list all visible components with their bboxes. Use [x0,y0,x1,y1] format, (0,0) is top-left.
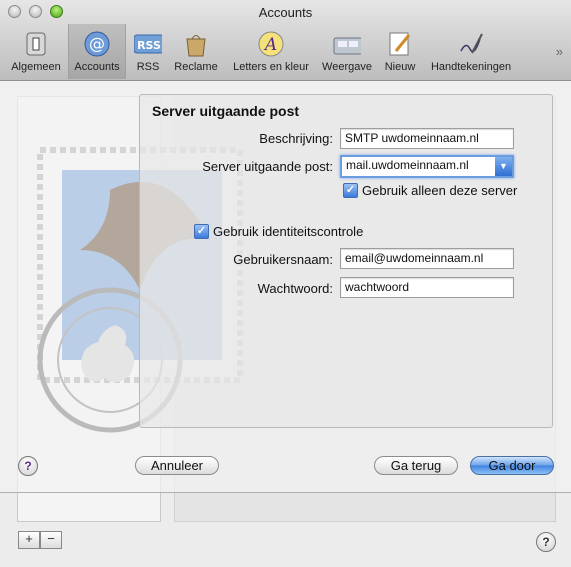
server-combobox[interactable]: mail.uwdomeinnaam.nl ▼ [340,155,514,178]
chevron-down-icon[interactable]: ▼ [495,157,512,176]
toolbar-letters-en-kleur[interactable]: A Letters en kleur [226,30,316,78]
toolbar-label: Algemeen [11,61,61,73]
only-this-server-checkbox[interactable]: ✓ Gebruik alleen deze server [343,183,517,198]
preferences-window: Accounts Algemeen @ Accounts RSS RSS Rec… [0,0,571,567]
toolbar-label: Nieuw [384,61,416,73]
back-button[interactable]: Ga terug [374,456,458,475]
signature-icon [457,30,485,58]
svg-text:RSS: RSS [137,39,161,52]
remove-account-button[interactable]: − [40,531,62,549]
toolbar-label: RSS [136,61,160,73]
add-account-button[interactable]: + [18,531,40,549]
at-icon: @ [83,30,111,58]
description-field[interactable]: SMTP uwdomeinnaam.nl [340,128,514,149]
password-label: Wachtwoord: [257,281,333,296]
toolbar-label: Reclame [174,61,218,73]
title-bar: Accounts Algemeen @ Accounts RSS RSS Rec… [0,0,571,81]
svg-text:@: @ [89,34,105,53]
toolbar-weergave[interactable]: Weergave [320,30,374,78]
view-icon [333,30,361,58]
username-label: Gebruikersnaam: [233,252,333,267]
compose-icon [386,30,414,58]
cancel-button[interactable]: Annuleer [135,456,219,475]
only-this-server-label: Gebruik alleen deze server [362,183,518,198]
toolbar-label: Letters en kleur [233,61,309,73]
server-label: Server uitgaande post: [202,159,333,174]
description-label: Beschrijving: [259,131,333,146]
toolbar-nieuw[interactable]: Nieuw [380,30,420,78]
trash-bag-icon [182,30,210,58]
continue-button[interactable]: Ga door [470,456,554,475]
toolbar-label: Weergave [322,61,372,73]
username-field[interactable]: email@uwdomeinnaam.nl [340,248,514,269]
password-field[interactable]: wachtwoord [340,277,514,298]
section-title: Server uitgaande post [152,103,300,119]
sheet-help-button[interactable]: ? [18,456,38,476]
checkmark-icon: ✓ [194,224,209,239]
help-button[interactable]: ? [536,532,556,552]
rss-icon: RSS [134,30,162,58]
checkmark-icon: ✓ [343,183,358,198]
toolbar-reclame[interactable]: Reclame [170,30,222,78]
toolbar-rss[interactable]: RSS RSS [130,30,166,78]
toolbar-label: Handtekeningen [430,61,512,73]
use-auth-checkbox[interactable]: ✓ Gebruik identiteitscontrole [194,224,363,239]
toolbar-algemeen[interactable]: Algemeen [6,30,66,78]
use-auth-label: Gebruik identiteitscontrole [213,224,364,239]
toolbar-label: Accounts [74,61,120,73]
switch-icon [22,30,50,58]
svg-text:A: A [263,35,277,55]
toolbar-handtekeningen[interactable]: Handtekeningen [424,30,518,78]
server-value: mail.uwdomeinnaam.nl [346,158,469,172]
toolbar-accounts[interactable]: @ Accounts [68,24,126,79]
window-title: Accounts [258,5,313,20]
font-color-icon: A [257,30,285,58]
toolbar-overflow-chevron-icon[interactable]: » [556,44,563,59]
